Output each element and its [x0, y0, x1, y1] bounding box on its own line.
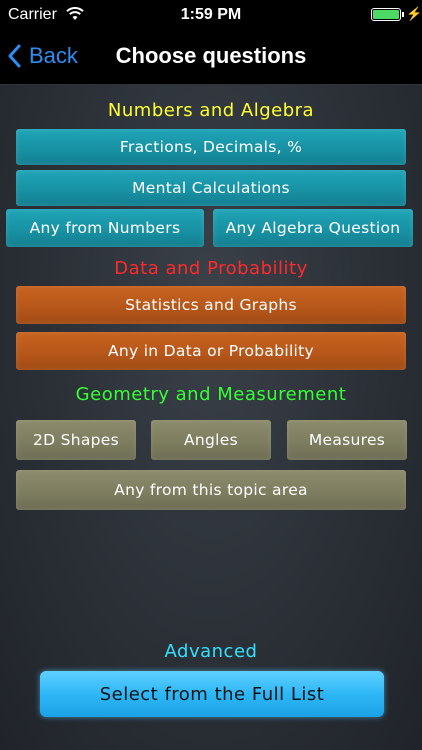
- battery-icon: [371, 8, 401, 21]
- status-bar: Carrier 1:59 PM ⚡: [0, 0, 422, 30]
- battery-tip: [402, 12, 404, 17]
- charging-bolt-icon: ⚡: [406, 6, 422, 21]
- section-heading-numbers: Numbers and Algebra: [107, 100, 315, 121]
- full-list-button[interactable]: Select from the Full List: [40, 671, 384, 717]
- any-numbers-button[interactable]: Any from Numbers: [6, 209, 204, 247]
- 2d-shapes-button[interactable]: 2D Shapes: [16, 420, 136, 460]
- section-heading-data: Data and Probability: [114, 258, 308, 279]
- navigation-bar: Back Choose questions: [0, 30, 422, 85]
- angles-button[interactable]: Angles: [151, 420, 271, 460]
- statistics-graphs-button[interactable]: Statistics and Graphs: [16, 286, 406, 324]
- mental-calculations-button[interactable]: Mental Calculations: [16, 170, 406, 206]
- page-title: Choose questions: [115, 43, 307, 68]
- section-heading-geometry: Geometry and Measurement: [75, 384, 347, 405]
- any-geometry-button[interactable]: Any from this topic area: [16, 470, 406, 510]
- any-data-probability-button[interactable]: Any in Data or Probability: [16, 332, 406, 370]
- measures-button[interactable]: Measures: [287, 420, 407, 460]
- section-heading-advanced: Advanced: [164, 641, 258, 662]
- fractions-button[interactable]: Fractions, Decimals, %: [16, 129, 406, 165]
- clock: 1:59 PM: [180, 6, 242, 23]
- any-algebra-button[interactable]: Any Algebra Question: [213, 209, 413, 247]
